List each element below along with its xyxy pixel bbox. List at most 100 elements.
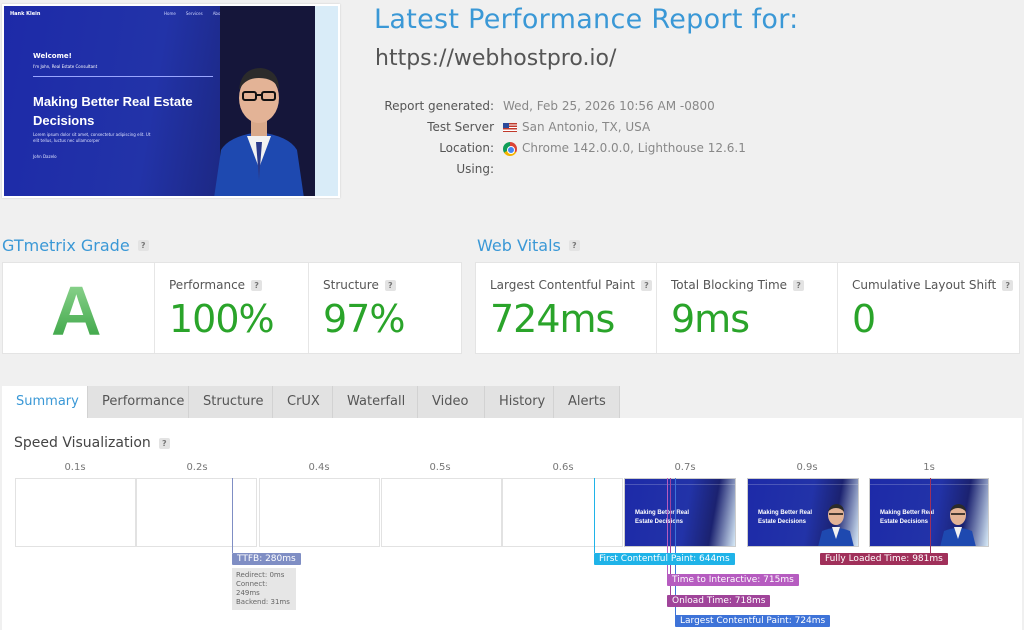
help-icon[interactable]: ? bbox=[793, 279, 805, 291]
meta-location-value: San Antonio, TX, USA bbox=[522, 120, 651, 134]
meta-generated: Wed, Feb 25, 2026 10:56 AM -0800 bbox=[503, 96, 746, 117]
tab-performance[interactable]: Performance bbox=[88, 386, 189, 418]
filmstrip-frame[interactable] bbox=[502, 478, 623, 547]
tbt-label-row: Total Blocking Time? bbox=[671, 278, 805, 292]
ttfb-details: Redirect: 0ms Connect: 249ms Backend: 31… bbox=[232, 568, 296, 610]
page-screenshot: Hank Klein Home Services About Me Review… bbox=[2, 4, 340, 198]
onload-label[interactable]: Onload Time: 718ms bbox=[667, 595, 771, 607]
filmstrip-frame[interactable]: Making Better Real Estate Decisions bbox=[624, 478, 736, 547]
us-flag-icon bbox=[503, 123, 517, 132]
structure-label-row: Structure? bbox=[323, 278, 396, 292]
web-vitals-title: Web Vitals bbox=[477, 236, 561, 255]
lcp-label[interactable]: Largest Contentful Paint: 724ms bbox=[675, 615, 831, 627]
timeline-tick: 0.6s bbox=[552, 462, 574, 473]
filmstrip-frame[interactable] bbox=[136, 478, 257, 547]
filmstrip-frame[interactable] bbox=[15, 478, 136, 547]
screenshot-logo: Hank Klein bbox=[10, 11, 41, 17]
frame-headline: Making Better Real Estate Decisions bbox=[880, 510, 935, 525]
cls-value: 0 bbox=[852, 297, 876, 341]
tab-waterfall[interactable]: Waterfall bbox=[333, 386, 418, 418]
report-meta-values: Wed, Feb 25, 2026 10:56 AM -0800 San Ant… bbox=[503, 96, 746, 159]
help-icon[interactable]: ? bbox=[384, 279, 396, 291]
fcp-marker-line bbox=[594, 478, 595, 553]
screenshot-lorem: Lorem ipsum dolor sit amet, consectetur … bbox=[33, 132, 151, 143]
lcp-label: Largest Contentful Paint bbox=[490, 278, 635, 292]
tab-video[interactable]: Video bbox=[418, 386, 485, 418]
help-icon[interactable]: ? bbox=[137, 240, 149, 251]
structure-cell: Structure? 97% bbox=[309, 263, 461, 353]
lcp-value: 724ms bbox=[490, 297, 615, 341]
lcp-label-row: Largest Contentful Paint? bbox=[490, 278, 652, 292]
web-vitals-heading: Web Vitals ? bbox=[477, 236, 580, 255]
screenshot-hero: Hank Klein Home Services About Me Review… bbox=[4, 6, 338, 196]
report-meta-labels: Report generated: Test Server Location: … bbox=[382, 96, 494, 180]
filmstrip-frame[interactable]: Making Better Real Estate Decisions bbox=[747, 478, 859, 547]
screenshot-menu-item: Services bbox=[185, 11, 203, 16]
ttfb-detail: Redirect: 0ms bbox=[236, 571, 285, 579]
gtmetrix-grade-card: A Performance? 100% Structure? 97% bbox=[2, 262, 462, 354]
screenshot-divider bbox=[33, 76, 213, 77]
cls-label: Cumulative Layout Shift bbox=[852, 278, 997, 292]
tab-history[interactable]: History bbox=[485, 386, 554, 418]
ttfb-label[interactable]: TTFB: 280ms bbox=[232, 553, 301, 565]
report-url[interactable]: https://webhostpro.io/ bbox=[375, 46, 616, 71]
frame-nav bbox=[625, 479, 735, 485]
cls-label-row: Cumulative Layout Shift? bbox=[852, 278, 1014, 292]
timeline-tick: 0.4s bbox=[308, 462, 330, 473]
help-icon[interactable]: ? bbox=[1002, 279, 1014, 291]
ttfb-detail: Backend: 31ms bbox=[236, 598, 290, 606]
performance-cell: Performance? 100% bbox=[155, 263, 309, 353]
filmstrip-frame[interactable]: Making Better Real Estate Decisions bbox=[869, 478, 989, 547]
tbt-value: 9ms bbox=[671, 297, 750, 341]
help-icon[interactable]: ? bbox=[640, 279, 652, 291]
frame-headline: Making Better Real Estate Decisions bbox=[635, 510, 690, 525]
ttfb-detail: Connect: 249ms bbox=[236, 580, 268, 597]
tab-crux[interactable]: CrUX bbox=[273, 386, 333, 418]
screenshot-menu-item: Home bbox=[164, 11, 176, 16]
timeline-tick: 0.5s bbox=[429, 462, 451, 473]
performance-value: 100% bbox=[169, 297, 275, 341]
filmstrip-frame[interactable] bbox=[259, 478, 380, 547]
frame-headline: Making Better Real Estate Decisions bbox=[758, 510, 813, 525]
tab-structure[interactable]: Structure bbox=[189, 386, 273, 418]
tti-label[interactable]: Time to Interactive: 715ms bbox=[667, 574, 799, 586]
help-icon[interactable]: ? bbox=[158, 437, 170, 449]
fcp-label[interactable]: First Contentful Paint: 644ms bbox=[594, 553, 735, 565]
grade-cell: A bbox=[3, 263, 155, 353]
meta-location: San Antonio, TX, USA bbox=[503, 117, 746, 138]
meta-label-location: Test Server Location: bbox=[427, 120, 494, 155]
speed-visualization-title: Speed Visualization bbox=[14, 435, 151, 451]
meta-generated-value: Wed, Feb 25, 2026 10:56 AM -0800 bbox=[503, 99, 715, 113]
timeline-tick: 0.7s bbox=[674, 462, 696, 473]
timeline-tick: 1s bbox=[923, 462, 935, 473]
tbt-cell: Total Blocking Time? 9ms bbox=[657, 263, 838, 353]
timeline-tick: 0.1s bbox=[64, 462, 86, 473]
chrome-icon bbox=[503, 141, 517, 156]
lcp-cell: Largest Contentful Paint? 724ms bbox=[476, 263, 657, 353]
report-tabs: Summary Performance Structure CrUX Water… bbox=[2, 386, 620, 418]
screenshot-subtitle: I'm John, Real Estate Consultant bbox=[33, 64, 98, 69]
tab-summary[interactable]: Summary bbox=[2, 386, 88, 418]
screenshot-welcome: Welcome! bbox=[33, 52, 72, 60]
gtmetrix-grade-title: GTmetrix Grade bbox=[2, 236, 130, 255]
web-vitals-card: Largest Contentful Paint? 724ms Total Bl… bbox=[475, 262, 1020, 354]
performance-label-row: Performance? bbox=[169, 278, 263, 292]
screenshot-headline: Making Better Real Estate Decisions bbox=[33, 94, 193, 128]
gtmetrix-grade-heading: GTmetrix Grade ? bbox=[2, 236, 149, 255]
grade-letter: A bbox=[51, 272, 102, 350]
timeline-tick: 0.9s bbox=[796, 462, 818, 473]
tab-alerts[interactable]: Alerts bbox=[554, 386, 620, 418]
screenshot-author: John Dazelo bbox=[33, 154, 57, 159]
performance-label: Performance bbox=[169, 278, 246, 292]
person-photo bbox=[214, 68, 304, 196]
fully-loaded-marker-line bbox=[930, 478, 931, 553]
meta-label-generated: Report generated: bbox=[384, 99, 494, 113]
filmstrip-frame[interactable] bbox=[381, 478, 502, 547]
help-icon[interactable]: ? bbox=[568, 240, 580, 251]
meta-label-using: Using: bbox=[456, 162, 494, 176]
fully-loaded-label[interactable]: Fully Loaded Time: 981ms bbox=[820, 553, 948, 565]
person-photo bbox=[940, 504, 976, 546]
help-icon[interactable]: ? bbox=[251, 279, 263, 291]
ttfb-marker-line bbox=[232, 478, 233, 553]
frame-nav bbox=[870, 479, 988, 485]
